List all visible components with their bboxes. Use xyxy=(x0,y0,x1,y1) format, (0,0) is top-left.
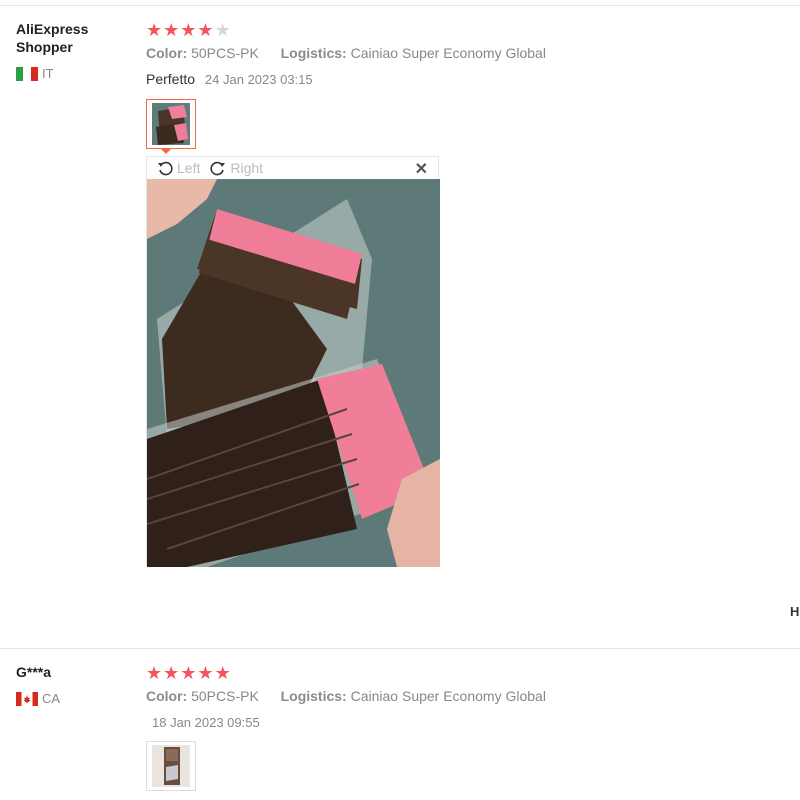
review-divider xyxy=(0,648,800,649)
viewer-toolbar: Left Right ✕ xyxy=(147,157,438,179)
color-value: 50PCS-PK xyxy=(191,45,259,61)
star-icon: ★ xyxy=(163,663,181,683)
reviewer-name: G***a xyxy=(16,664,52,680)
color-label: Color: xyxy=(146,45,188,61)
rotate-right-icon xyxy=(210,161,226,176)
review-attributes: Color: 50PCS-PK Logistics: Cainiao Super… xyxy=(146,688,546,704)
star-rating: ★★★★★ xyxy=(146,664,232,682)
star-icon: ★ xyxy=(214,20,232,40)
star-icon: ★ xyxy=(163,20,181,40)
review-photo-thumbnail[interactable] xyxy=(146,741,196,791)
edge-text: H xyxy=(790,604,800,619)
thumbnail-pointer xyxy=(160,148,172,154)
close-icon[interactable]: ✕ xyxy=(415,159,428,179)
review-feedback: 18 Jan 2023 09:55 xyxy=(146,714,260,730)
star-icon: ★ xyxy=(197,663,215,683)
reviewer-country: CA xyxy=(16,691,60,706)
star-rating: ★★★★★ xyxy=(146,21,232,39)
rotate-left-icon xyxy=(158,161,173,176)
review-date: 24 Jan 2023 03:15 xyxy=(204,72,313,87)
logistics-value: Cainiao Super Economy Global xyxy=(350,688,546,704)
rotate-right-button[interactable]: Right xyxy=(210,160,263,176)
review-attributes: Color: 50PCS-PK Logistics: Cainiao Super… xyxy=(146,45,546,61)
star-icon: ★ xyxy=(197,20,215,40)
photo-viewer: Left Right ✕ xyxy=(146,156,440,567)
review-photo-thumbnail[interactable] xyxy=(146,99,196,149)
reviewer-country: IT xyxy=(16,66,54,81)
star-icon: ★ xyxy=(214,663,232,683)
rotate-left-button[interactable]: Left xyxy=(157,160,200,176)
color-value: 50PCS-PK xyxy=(191,688,259,704)
rotate-right-label: Right xyxy=(230,160,264,176)
country-code: IT xyxy=(42,66,54,81)
rotate-left-label: Left xyxy=(177,160,201,176)
reviewer-name: AliExpress Shopper xyxy=(16,21,89,55)
star-icon: ★ xyxy=(180,20,198,40)
logistics-value: Cainiao Super Economy Global xyxy=(350,45,546,61)
country-code: CA xyxy=(42,691,61,706)
star-icon: ★ xyxy=(146,663,164,683)
italy-flag-icon xyxy=(16,66,38,81)
review-photo-image xyxy=(147,179,440,567)
star-icon: ★ xyxy=(180,663,198,683)
color-label: Color: xyxy=(146,688,188,704)
top-divider xyxy=(0,5,800,6)
thumbnail-image xyxy=(152,103,190,145)
logistics-label: Logistics: xyxy=(280,688,347,704)
review-date: 18 Jan 2023 09:55 xyxy=(152,715,260,730)
canada-flag-icon xyxy=(16,691,38,706)
review-photo xyxy=(147,179,440,567)
thumbnail-image xyxy=(152,745,190,787)
logistics-label: Logistics: xyxy=(280,45,347,61)
star-icon: ★ xyxy=(146,20,164,40)
review-feedback: Perfetto 24 Jan 2023 03:15 xyxy=(146,71,313,87)
feedback-text: Perfetto xyxy=(146,71,196,87)
